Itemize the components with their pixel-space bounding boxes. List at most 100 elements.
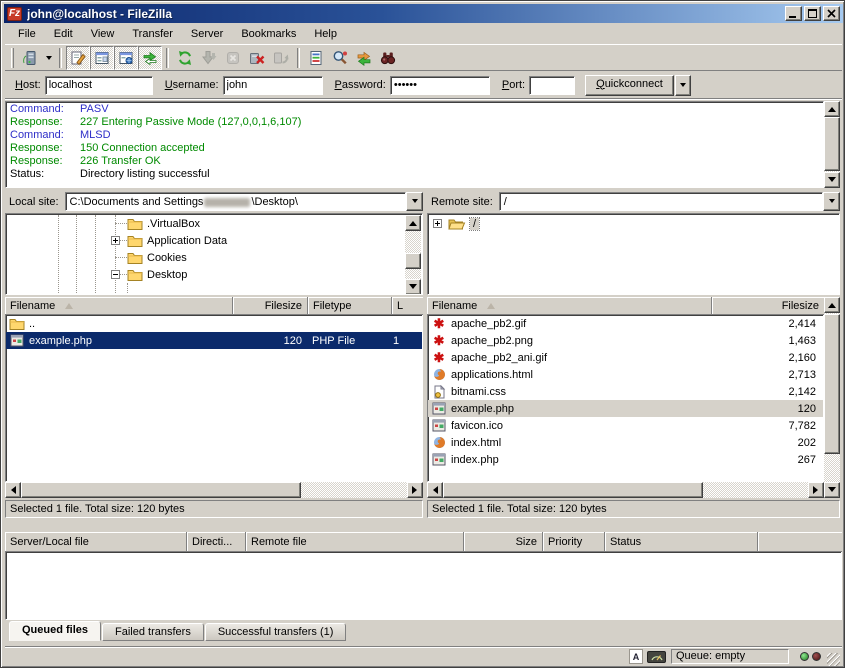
scroll-up-button[interactable] [824,101,840,117]
file-row[interactable]: ✱apache_pb2_ani.gif 2,160 [428,349,823,366]
file-row[interactable]: ✱apache_pb2.png 1,463 [428,332,823,349]
remote-list-hscrollbar[interactable] [427,482,824,498]
minimize-button[interactable] [785,6,802,21]
password-input[interactable] [390,76,490,95]
menu-server[interactable]: Server [182,26,232,42]
process-queue-button[interactable] [197,46,221,70]
scroll-up-button[interactable] [405,215,421,231]
column-header-direction[interactable]: Directi... [187,532,246,552]
tree-item-application-data[interactable]: Application Data [7,232,421,249]
open-folder-icon [448,217,466,230]
file-row[interactable]: favicon.ico 7,782 [428,417,823,434]
toggle-local-tree-button[interactable] [90,46,114,70]
scrollbar-thumb[interactable] [405,253,421,269]
scroll-left-button[interactable] [5,482,21,498]
column-header-filesize[interactable]: Filesize [712,297,824,315]
transfer-type-ascii-icon[interactable]: A [629,649,643,664]
speed-limits-icon[interactable] [647,651,666,663]
column-header-priority[interactable]: Priority [543,532,605,552]
log-scrollbar[interactable] [824,101,840,188]
column-header-filetype[interactable]: Filetype [308,297,392,315]
resize-grip[interactable] [827,653,840,666]
refresh-button[interactable] [173,46,197,70]
directory-filters-button[interactable] [304,46,328,70]
menu-view[interactable]: View [82,26,124,42]
toggle-remote-tree-button[interactable] [114,46,138,70]
file-row[interactable]: applications.html 2,713 [428,366,823,383]
remote-list-scrollbar[interactable] [824,297,840,498]
scroll-down-button[interactable] [824,482,840,498]
tree-expand-toggle[interactable] [111,236,120,245]
file-row-selected[interactable]: example.php 120 PHP File 1 [6,332,422,349]
host-input[interactable] [45,76,153,95]
queue-body[interactable] [5,552,842,620]
column-header-size[interactable]: Size [464,532,543,552]
synchronized-browsing-button[interactable] [352,46,376,70]
site-manager-button[interactable] [18,46,42,70]
site-manager-icon [22,50,38,66]
cancel-button[interactable] [221,46,245,70]
column-header-filename[interactable]: Filename [5,297,233,315]
disconnect-button[interactable] [245,46,269,70]
file-row[interactable]: index.php 267 [428,451,823,468]
scroll-up-button[interactable] [824,297,840,313]
scroll-down-button[interactable] [824,172,840,188]
menu-help[interactable]: Help [305,26,346,42]
tree-item-cookies[interactable]: Cookies [7,249,421,266]
file-row[interactable]: index.html 202 [428,434,823,451]
column-header-filesize[interactable]: Filesize [233,297,308,315]
scrollbar-thumb[interactable] [824,117,840,171]
scrollbar-thumb[interactable] [21,482,301,498]
site-manager-dropdown[interactable] [42,46,55,70]
scroll-left-button[interactable] [427,482,443,498]
reconnect-button[interactable] [269,46,293,70]
local-site-dropdown[interactable] [406,192,423,211]
local-tree-scrollbar[interactable] [405,215,421,295]
column-header-server-local-file[interactable]: Server/Local file [5,532,187,552]
file-row-selected[interactable]: example.php 120 [428,400,823,417]
file-row[interactable]: ✱apache_pb2.gif 2,414 [428,315,823,332]
tree-expand-toggle[interactable] [433,219,442,228]
tab-successful-transfers[interactable]: Successful transfers (1) [205,623,347,641]
tree-collapse-toggle[interactable] [111,270,120,279]
scrollbar-thumb[interactable] [443,482,703,498]
tree-item-virtualbox[interactable]: .VirtualBox [7,215,421,232]
file-row[interactable]: bitnami.css 2,142 [428,383,823,400]
username-input[interactable] [223,76,323,95]
column-header-status[interactable]: Status [605,532,758,552]
column-header-filename[interactable]: Filename [427,297,712,315]
menu-bookmarks[interactable]: Bookmarks [232,26,305,42]
tree-item-root[interactable]: / [429,215,838,232]
tree-item-desktop[interactable]: Desktop [7,266,421,283]
quickconnect-button[interactable]: Quickconnect [585,75,674,96]
title-bar[interactable]: Fz john@localhost - FileZilla [4,4,843,23]
compare-directories-button[interactable] [328,46,352,70]
quickconnect-dropdown[interactable] [675,75,691,96]
column-header-last-modified[interactable]: L [392,297,423,315]
column-header-remote-file[interactable]: Remote file [246,532,464,552]
tab-queued-files[interactable]: Queued files [9,621,101,641]
local-list-hscrollbar[interactable] [5,482,423,498]
scroll-right-button[interactable] [407,482,423,498]
remote-site-path[interactable]: / [499,192,823,211]
file-row-parent-dir[interactable]: .. [6,315,422,332]
remote-site-dropdown[interactable] [823,192,840,211]
toggle-transfer-queue-button[interactable] [138,46,162,70]
close-button[interactable] [823,6,840,21]
local-site-bar: Local site: C:\Documents and Settings\De… [5,191,423,212]
toggle-message-log-button[interactable] [66,46,90,70]
scroll-right-button[interactable] [808,482,824,498]
maximize-button[interactable] [804,6,821,21]
find-files-button[interactable] [376,46,400,70]
tab-failed-transfers[interactable]: Failed transfers [102,623,204,641]
menu-edit[interactable]: Edit [45,26,82,42]
menu-file[interactable]: File [9,26,45,42]
log-line: Command:PASV [6,103,823,116]
remote-site-bar: Remote site: / [427,191,840,212]
local-site-path[interactable]: C:\Documents and Settings\Desktop\ [65,192,406,211]
menu-transfer[interactable]: Transfer [123,26,182,42]
scrollbar-thumb[interactable] [824,314,840,454]
toolbar-grip[interactable] [11,48,14,68]
port-input[interactable] [529,76,575,95]
scroll-down-button[interactable] [405,279,421,295]
